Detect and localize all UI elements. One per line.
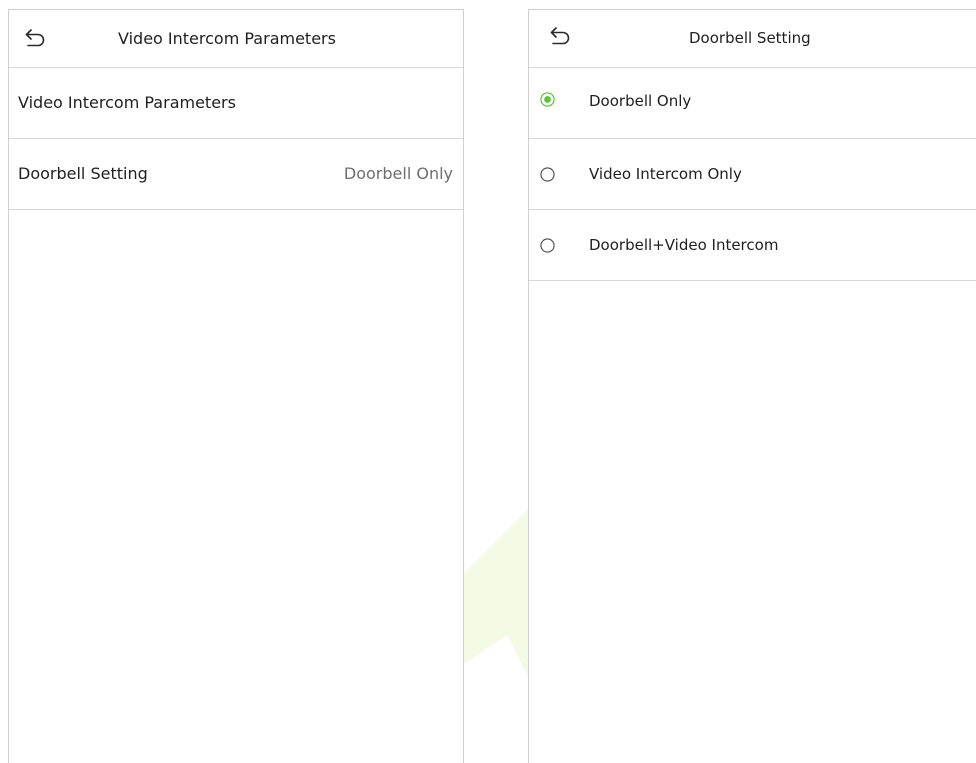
option-video-intercom-only[interactable]: Video Intercom Only: [529, 139, 976, 210]
menu-item-video-intercom-parameters[interactable]: Video Intercom Parameters: [9, 68, 463, 139]
radio-unselected-icon[interactable]: [540, 238, 555, 253]
back-arrow-icon[interactable]: [23, 26, 47, 50]
page-title: Doorbell Setting: [689, 29, 811, 47]
page-title: Video Intercom Parameters: [118, 29, 336, 48]
doorbell-options-list: Doorbell Only Video Intercom Only Doorbe…: [529, 68, 976, 281]
back-arrow-icon[interactable]: [548, 24, 572, 48]
menu-item-label: Video Intercom Parameters: [18, 93, 236, 112]
screenshot-stage: Video Intercom Parameters Video Intercom…: [0, 0, 976, 763]
title-bar: Video Intercom Parameters: [9, 10, 463, 68]
menu-item-label: Doorbell Setting: [18, 164, 148, 183]
menu-item-doorbell-setting[interactable]: Doorbell Setting Doorbell Only: [9, 139, 463, 210]
option-doorbell-only[interactable]: Doorbell Only: [529, 68, 976, 139]
menu-item-value: Doorbell Only: [343, 164, 453, 183]
radio-unselected-icon[interactable]: [540, 167, 555, 182]
option-label: Doorbell+Video Intercom: [589, 236, 779, 254]
option-doorbell-video-intercom[interactable]: Doorbell+Video Intercom: [529, 210, 976, 281]
option-label: Doorbell Only: [589, 92, 692, 110]
video-intercom-parameters-screen: Video Intercom Parameters Video Intercom…: [8, 9, 464, 763]
doorbell-setting-screen: Doorbell Setting Doorbell Only Video Int…: [528, 9, 976, 763]
watermark-graphic: [462, 505, 532, 685]
title-bar: Doorbell Setting: [529, 10, 976, 68]
radio-selected-icon[interactable]: [540, 92, 555, 107]
option-label: Video Intercom Only: [589, 165, 742, 183]
